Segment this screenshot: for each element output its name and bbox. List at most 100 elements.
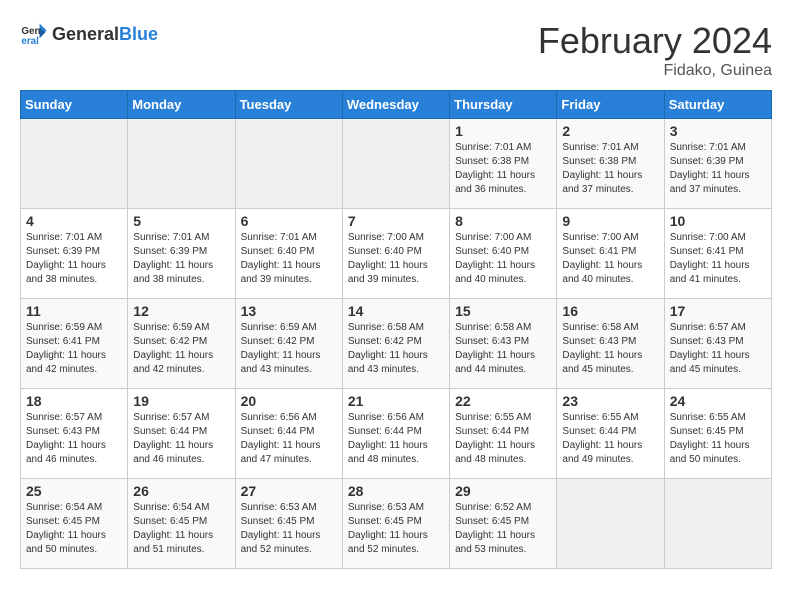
calendar-cell: 23Sunrise: 6:55 AM Sunset: 6:44 PM Dayli… bbox=[557, 389, 664, 479]
day-info: Sunrise: 7:01 AM Sunset: 6:39 PM Dayligh… bbox=[26, 231, 122, 287]
logo: Gen eral GeneralBlue bbox=[20, 20, 158, 48]
day-info: Sunrise: 7:00 AM Sunset: 6:40 PM Dayligh… bbox=[455, 231, 551, 287]
day-info: Sunrise: 6:59 AM Sunset: 6:42 PM Dayligh… bbox=[241, 321, 337, 377]
calendar-cell: 29 Sunrise: 6:52 AM Sunset: 6:45 PM Dayli… bbox=[450, 479, 557, 569]
day-info: Sunrise: 7:00 AM Sunset: 6:41 PM Dayligh… bbox=[562, 231, 658, 287]
day-number: 2 bbox=[562, 123, 658, 139]
calendar-cell: 22Sunrise: 6:55 AM Sunset: 6:44 PM Dayli… bbox=[450, 389, 557, 479]
calendar-cell: 9Sunrise: 7:00 AM Sunset: 6:41 PM Daylig… bbox=[557, 209, 664, 299]
day-info: Sunrise: 7:01 AM Sunset: 6:38 PM Dayligh… bbox=[455, 141, 551, 197]
calendar-cell: 6 Sunrise: 7:01 AM Sunset: 6:40 PM Daylig… bbox=[235, 209, 342, 299]
day-info: Sunrise: 7:01 AM Sunset: 6:38 PM Dayligh… bbox=[562, 141, 658, 197]
calendar-cell: 1 Sunrise: 7:01 AM Sunset: 6:38 PM Daylig… bbox=[450, 119, 557, 209]
location-label: Fidako, Guinea bbox=[538, 62, 772, 80]
day-number: 25 bbox=[26, 483, 122, 499]
day-info: Sunrise: 6:59 AM Sunset: 6:42 PM Dayligh… bbox=[133, 321, 229, 377]
day-number: 3 bbox=[670, 123, 766, 139]
weekday-header-saturday: Saturday bbox=[664, 91, 771, 119]
day-number: 14 bbox=[348, 303, 444, 319]
day-info: Sunrise: 7:00 AM Sunset: 6:40 PM Dayligh… bbox=[348, 231, 444, 287]
day-number: 15 bbox=[455, 303, 551, 319]
day-number: 21 bbox=[348, 393, 444, 409]
calendar-cell: 20 Sunrise: 6:56 AM Sunset: 6:44 PM Dayli… bbox=[235, 389, 342, 479]
day-number: 20 bbox=[241, 393, 337, 409]
calendar-cell: 8 Sunrise: 7:00 AM Sunset: 6:40 PM Daylig… bbox=[450, 209, 557, 299]
day-info: Sunrise: 6:56 AM Sunset: 6:44 PM Dayligh… bbox=[348, 411, 444, 467]
calendar-cell bbox=[21, 119, 128, 209]
day-number: 29 bbox=[455, 483, 551, 499]
day-number: 26 bbox=[133, 483, 229, 499]
day-number: 8 bbox=[455, 213, 551, 229]
calendar-cell: 3 Sunrise: 7:01 AM Sunset: 6:39 PM Daylig… bbox=[664, 119, 771, 209]
day-number: 23 bbox=[562, 393, 658, 409]
calendar-cell: 28 Sunrise: 6:53 AM Sunset: 6:45 PM Dayli… bbox=[342, 479, 449, 569]
day-info: Sunrise: 6:58 AM Sunset: 6:43 PM Dayligh… bbox=[562, 321, 658, 377]
day-info: Sunrise: 6:53 AM Sunset: 6:45 PM Dayligh… bbox=[348, 501, 444, 557]
day-number: 1 bbox=[455, 123, 551, 139]
day-info: Sunrise: 7:01 AM Sunset: 6:39 PM Dayligh… bbox=[133, 231, 229, 287]
day-number: 7 bbox=[348, 213, 444, 229]
calendar-cell: 5 Sunrise: 7:01 AM Sunset: 6:39 PM Daylig… bbox=[128, 209, 235, 299]
day-info: Sunrise: 6:55 AM Sunset: 6:44 PM Dayligh… bbox=[455, 411, 551, 467]
calendar-cell: 16 Sunrise: 6:58 AM Sunset: 6:43 PM Dayli… bbox=[557, 299, 664, 389]
calendar-cell: 15 Sunrise: 6:58 AM Sunset: 6:43 PM Dayli… bbox=[450, 299, 557, 389]
calendar-cell: 25Sunrise: 6:54 AM Sunset: 6:45 PM Dayli… bbox=[21, 479, 128, 569]
day-number: 18 bbox=[26, 393, 122, 409]
day-number: 6 bbox=[241, 213, 337, 229]
calendar-cell bbox=[557, 479, 664, 569]
day-info: Sunrise: 6:57 AM Sunset: 6:43 PM Dayligh… bbox=[670, 321, 766, 377]
day-number: 5 bbox=[133, 213, 229, 229]
day-number: 11 bbox=[26, 303, 122, 319]
day-info: Sunrise: 6:56 AM Sunset: 6:44 PM Dayligh… bbox=[241, 411, 337, 467]
calendar-cell: 17 Sunrise: 6:57 AM Sunset: 6:43 PM Dayli… bbox=[664, 299, 771, 389]
calendar-cell: 21 Sunrise: 6:56 AM Sunset: 6:44 PM Dayli… bbox=[342, 389, 449, 479]
page-header: Gen eral GeneralBlue February 2024 Fidak… bbox=[20, 20, 772, 80]
day-info: Sunrise: 6:55 AM Sunset: 6:45 PM Dayligh… bbox=[670, 411, 766, 467]
calendar-cell bbox=[128, 119, 235, 209]
weekday-header-thursday: Thursday bbox=[450, 91, 557, 119]
calendar-cell: 4 Sunrise: 7:01 AM Sunset: 6:39 PM Daylig… bbox=[21, 209, 128, 299]
day-number: 28 bbox=[348, 483, 444, 499]
calendar-cell bbox=[235, 119, 342, 209]
calendar-cell: 2 Sunrise: 7:01 AM Sunset: 6:38 PM Daylig… bbox=[557, 119, 664, 209]
day-number: 4 bbox=[26, 213, 122, 229]
calendar-week-4: 18Sunrise: 6:57 AM Sunset: 6:43 PM Dayli… bbox=[21, 389, 772, 479]
calendar-cell: 27Sunrise: 6:53 AM Sunset: 6:45 PM Dayli… bbox=[235, 479, 342, 569]
day-info: Sunrise: 7:01 AM Sunset: 6:40 PM Dayligh… bbox=[241, 231, 337, 287]
calendar-week-1: 1 Sunrise: 7:01 AM Sunset: 6:38 PM Daylig… bbox=[21, 119, 772, 209]
day-info: Sunrise: 6:58 AM Sunset: 6:42 PM Dayligh… bbox=[348, 321, 444, 377]
day-info: Sunrise: 6:59 AM Sunset: 6:41 PM Dayligh… bbox=[26, 321, 122, 377]
day-number: 12 bbox=[133, 303, 229, 319]
calendar-cell bbox=[342, 119, 449, 209]
logo-blue-text: Blue bbox=[119, 25, 158, 43]
calendar-cell: 7 Sunrise: 7:00 AM Sunset: 6:40 PM Daylig… bbox=[342, 209, 449, 299]
day-number: 16 bbox=[562, 303, 658, 319]
calendar-cell: 11 Sunrise: 6:59 AM Sunset: 6:41 PM Dayli… bbox=[21, 299, 128, 389]
day-info: Sunrise: 6:58 AM Sunset: 6:43 PM Dayligh… bbox=[455, 321, 551, 377]
day-info: Sunrise: 6:54 AM Sunset: 6:45 PM Dayligh… bbox=[133, 501, 229, 557]
weekday-header-row: SundayMondayTuesdayWednesdayThursdayFrid… bbox=[21, 91, 772, 119]
calendar-cell: 26 Sunrise: 6:54 AM Sunset: 6:45 PM Dayli… bbox=[128, 479, 235, 569]
calendar-week-3: 11 Sunrise: 6:59 AM Sunset: 6:41 PM Dayli… bbox=[21, 299, 772, 389]
month-title: February 2024 bbox=[538, 20, 772, 62]
calendar-cell: 10Sunrise: 7:00 AM Sunset: 6:41 PM Dayli… bbox=[664, 209, 771, 299]
calendar-cell bbox=[664, 479, 771, 569]
day-number: 13 bbox=[241, 303, 337, 319]
day-info: Sunrise: 7:01 AM Sunset: 6:39 PM Dayligh… bbox=[670, 141, 766, 197]
day-info: Sunrise: 7:00 AM Sunset: 6:41 PM Dayligh… bbox=[670, 231, 766, 287]
day-number: 17 bbox=[670, 303, 766, 319]
day-info: Sunrise: 6:52 AM Sunset: 6:45 PM Dayligh… bbox=[455, 501, 551, 557]
calendar-cell: 13 Sunrise: 6:59 AM Sunset: 6:42 PM Dayli… bbox=[235, 299, 342, 389]
title-section: February 2024 Fidako, Guinea bbox=[538, 20, 772, 80]
calendar-week-5: 25 Sunrise: 6:54 AM Sunset: 6:45 PM Dayli… bbox=[21, 479, 772, 569]
calendar-cell: 18Sunrise: 6:57 AM Sunset: 6:43 PM Dayli… bbox=[21, 389, 128, 479]
calendar-cell: 19Sunrise: 6:57 AM Sunset: 6:44 PM Dayli… bbox=[128, 389, 235, 479]
calendar-cell: 14 Sunrise: 6:58 AM Sunset: 6:42 PM Dayli… bbox=[342, 299, 449, 389]
day-number: 19 bbox=[133, 393, 229, 409]
calendar-table: SundayMondayTuesdayWednesdayThursdayFrid… bbox=[20, 90, 772, 569]
logo-general-text: General bbox=[52, 25, 119, 43]
day-number: 24 bbox=[670, 393, 766, 409]
calendar-cell: 24 Sunrise: 6:55 AM Sunset: 6:45 PM Dayli… bbox=[664, 389, 771, 479]
weekday-header-wednesday: Wednesday bbox=[342, 91, 449, 119]
logo-icon: Gen eral bbox=[20, 20, 48, 48]
